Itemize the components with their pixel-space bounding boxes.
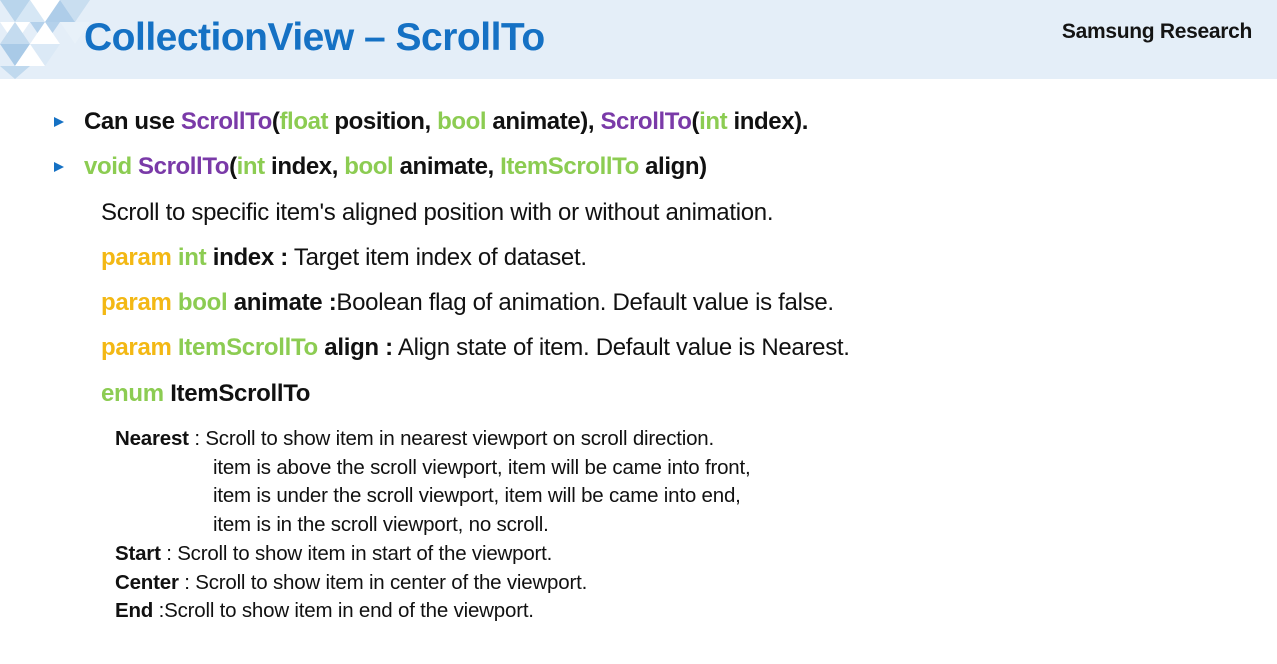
type-keyword: int xyxy=(699,108,728,135)
brand-logo-text: Samsung Research xyxy=(1061,20,1252,43)
type-keyword: void xyxy=(84,153,132,180)
code-text: align) xyxy=(638,153,707,180)
enum-value-description: : Scroll to show item in nearest viewpor… xyxy=(188,427,715,450)
type-keyword: ItemScrollTo xyxy=(500,153,639,180)
enum-keyword: enum xyxy=(101,380,164,407)
type-keyword: ItemScrollTo xyxy=(177,334,318,361)
param-name: index : xyxy=(212,244,289,271)
code-text: position, xyxy=(328,108,438,135)
code-text: index). xyxy=(727,108,808,135)
param-description: Target item index of dataset. xyxy=(287,244,587,271)
method-name: ScrollTo xyxy=(138,153,230,180)
code-text: index, xyxy=(264,153,345,180)
type-keyword: bool xyxy=(177,289,228,316)
enum-value-end: End :Scroll to show item in end of the v… xyxy=(115,599,534,623)
bullet-scrollto-signature: void ScrollTo(int index, bool animate, I… xyxy=(54,153,707,181)
enum-value-name: Nearest xyxy=(115,427,189,450)
enum-value-name: Start xyxy=(115,542,161,565)
triangle-bullet-icon xyxy=(54,117,64,127)
code-text: ( xyxy=(691,108,700,135)
header-triangle-pattern xyxy=(0,0,90,79)
method-name: ScrollTo xyxy=(600,108,692,135)
enum-value-center: Center : Scroll to show item in center o… xyxy=(115,571,587,595)
param-index: param int index : Target item index of d… xyxy=(101,244,587,272)
enum-value-description: : Scroll to show item in start of the vi… xyxy=(160,542,553,565)
param-align: param ItemScrollTo align : Align state o… xyxy=(101,334,850,362)
enum-value-name: Center xyxy=(115,571,179,594)
enum-value-description: : Scroll to show item in center of the v… xyxy=(178,571,588,594)
param-animate: param bool animate :Boolean flag of anim… xyxy=(101,289,834,317)
type-keyword: int xyxy=(236,153,266,180)
enum-nearest-continuation: item is under the scroll viewport, item … xyxy=(213,484,741,507)
param-name: animate : xyxy=(233,289,337,316)
enum-value-description: :Scroll to show item in end of the viewp… xyxy=(153,599,534,622)
triangle-bullet-icon xyxy=(54,162,64,172)
enum-nearest-continuation: item is in the scroll viewport, no scrol… xyxy=(213,513,549,536)
type-keyword: int xyxy=(177,244,207,271)
param-name: align : xyxy=(324,334,393,361)
type-keyword: bool xyxy=(437,108,487,135)
slide-header: CollectionView – ScrollTo Samsung Resear… xyxy=(0,0,1277,79)
param-keyword: param xyxy=(101,289,172,316)
type-keyword: bool xyxy=(344,153,394,180)
page-title: CollectionView – ScrollTo xyxy=(84,16,545,59)
method-name: ScrollTo xyxy=(180,108,272,135)
param-keyword: param xyxy=(101,244,172,271)
param-keyword: param xyxy=(101,334,172,361)
enum-value-start: Start : Scroll to show item in start of … xyxy=(115,542,552,566)
code-text: animate), xyxy=(486,108,601,135)
bullet-scrollto-overloads: Can use ScrollTo(float position, bool an… xyxy=(54,108,808,136)
enum-nearest-continuation: item is above the scroll viewport, item … xyxy=(213,456,751,479)
code-text: ( xyxy=(229,153,237,180)
code-text: Can use xyxy=(84,108,181,135)
param-description: Align state of item. Default value is Ne… xyxy=(392,334,850,361)
code-text: animate, xyxy=(393,153,501,180)
enum-value-nearest: Nearest : Scroll to show item in nearest… xyxy=(115,427,714,451)
param-description: Boolean flag of animation. Default value… xyxy=(336,289,834,316)
type-keyword: float xyxy=(279,108,329,135)
method-description: Scroll to specific item's aligned positi… xyxy=(101,199,774,226)
enum-name: ItemScrollTo xyxy=(170,380,311,407)
enum-declaration: enum ItemScrollTo xyxy=(101,380,310,408)
enum-value-name: End xyxy=(115,599,154,622)
